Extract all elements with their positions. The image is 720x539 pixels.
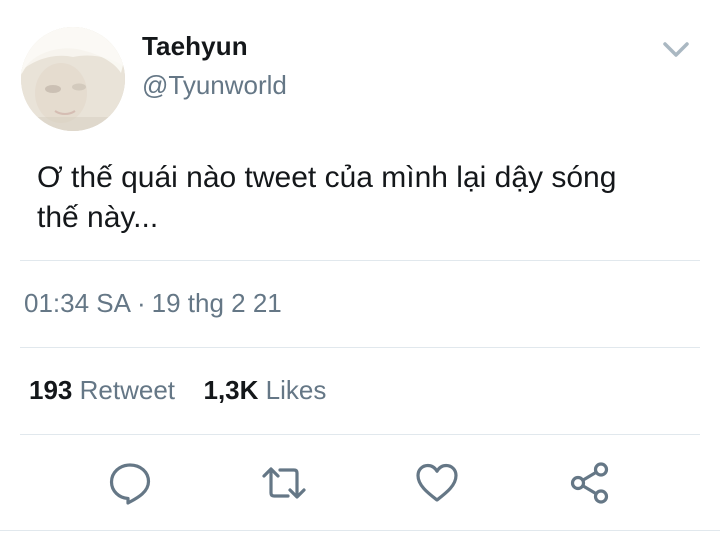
tweet-text: Ơ thế quái nào tweet của mình lại dậy só… (37, 158, 677, 238)
author-handle[interactable]: @Tyunworld (142, 70, 287, 101)
tweet-text-line: thế này... (37, 201, 159, 234)
timestamp-time: 01:34 SA (24, 288, 131, 318)
retweet-button[interactable] (261, 460, 307, 506)
retweet-icon (262, 467, 306, 499)
likes-stat[interactable]: 1,3K Likes (196, 375, 326, 405)
likes-count: 1,3K (203, 375, 259, 405)
like-icon (416, 463, 458, 502)
avatar-image (21, 27, 125, 131)
divider (20, 434, 700, 435)
tweet-stats: 193 Retweet 1,3K Likes (29, 375, 326, 406)
share-icon (570, 462, 609, 504)
avatar[interactable] (21, 27, 125, 131)
author-display-name[interactable]: Taehyun (142, 31, 248, 62)
divider (0, 530, 720, 531)
reply-button[interactable] (107, 460, 153, 506)
retweet-count: 193 (29, 375, 73, 405)
retweet-label: Retweet (79, 375, 176, 405)
retweet-stat[interactable]: 193 Retweet (29, 375, 182, 405)
tweet-menu-button[interactable] (660, 38, 692, 62)
timestamp-date: 19 thg 2 21 (151, 288, 282, 318)
chevron-down-icon (663, 42, 689, 57)
share-button[interactable] (567, 460, 613, 506)
divider (20, 260, 700, 261)
tweet-card: Taehyun @Tyunworld Ơ thế quái nào tweet … (0, 0, 720, 539)
like-button[interactable] (414, 460, 460, 506)
tweet-text-line: Ơ thế quái nào tweet của mình lại dậy só… (37, 161, 617, 194)
timestamp-separator: · (136, 288, 146, 318)
likes-label: Likes (265, 375, 327, 405)
divider (20, 347, 700, 348)
tweet-timestamp[interactable]: 01:34 SA · 19 thg 2 21 (24, 288, 282, 319)
reply-icon (109, 463, 151, 505)
